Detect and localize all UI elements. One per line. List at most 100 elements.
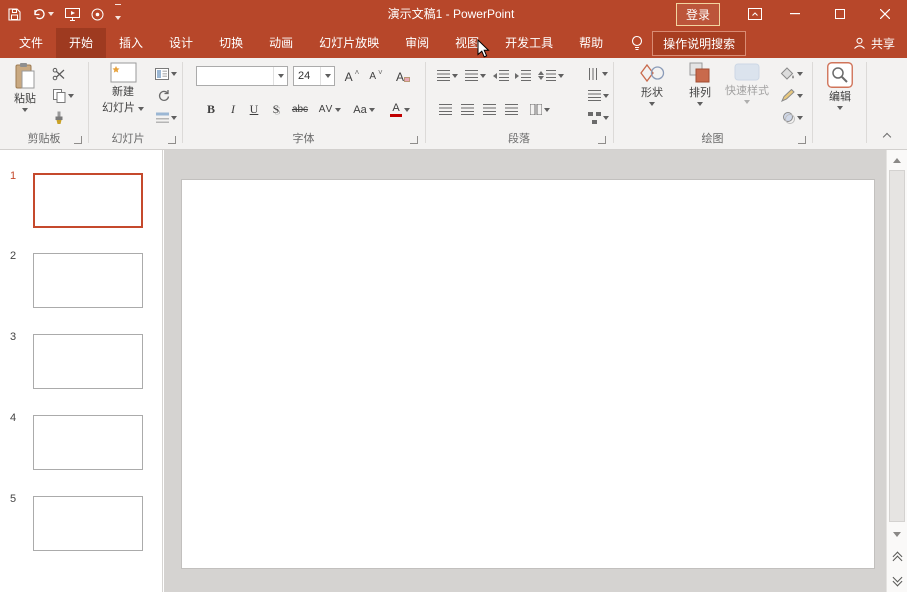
slide-thumbnail-2[interactable] xyxy=(33,253,143,308)
tab-review[interactable]: 审阅 xyxy=(392,28,442,58)
shape-outline-button[interactable] xyxy=(776,86,806,105)
decrease-indent-button[interactable] xyxy=(490,66,512,85)
shape-effects-button[interactable] xyxy=(776,108,806,127)
shape-fill-button[interactable] xyxy=(776,64,806,83)
font-color-button[interactable]: A xyxy=(385,100,415,119)
justify-button[interactable] xyxy=(500,100,522,119)
underline-button[interactable]: U xyxy=(243,100,265,119)
quick-styles-label: 快速样式 xyxy=(725,85,769,97)
change-case-button[interactable]: Aa xyxy=(349,100,379,119)
tab-home[interactable]: 开始 xyxy=(56,28,107,58)
align-text-button[interactable] xyxy=(584,86,612,105)
customize-qat-icon[interactable] xyxy=(115,3,121,25)
shapes-button[interactable]: 形状 xyxy=(630,62,674,106)
font-group-label: 字体 xyxy=(292,133,315,145)
clipboard-dialog-launcher-icon[interactable] xyxy=(74,136,82,144)
columns-button[interactable] xyxy=(526,100,554,119)
close-button[interactable] xyxy=(862,0,907,28)
slides-dialog-launcher-icon[interactable] xyxy=(168,136,176,144)
slide-layout-button[interactable] xyxy=(152,64,180,83)
slide-thumbnail-3[interactable] xyxy=(33,334,143,389)
undo-icon[interactable] xyxy=(32,8,54,20)
collapse-ribbon-icon[interactable] xyxy=(882,131,892,143)
font-name-combobox[interactable] xyxy=(196,66,288,86)
tab-insert[interactable]: 插入 xyxy=(106,28,156,58)
tab-file[interactable]: 文件 xyxy=(6,28,56,58)
align-right-button[interactable] xyxy=(478,100,500,119)
bold-button[interactable]: B xyxy=(200,100,222,119)
ribbon-tab-bar: 文件 开始 插入 设计 切换 动画 幻灯片放映 审阅 视图 开发工具 帮助 操作… xyxy=(0,28,907,58)
text-direction-button[interactable] xyxy=(584,64,612,83)
paragraph-dialog-launcher-icon[interactable] xyxy=(598,136,606,144)
grow-font-button[interactable]: A ˄ xyxy=(341,67,363,86)
ribbon-display-options-icon[interactable] xyxy=(738,0,772,28)
scissors-icon xyxy=(52,67,65,80)
new-slide-label-top: 新建 xyxy=(112,86,134,98)
tab-transitions[interactable]: 切换 xyxy=(206,28,256,58)
slide-thumbnail-5[interactable] xyxy=(33,496,143,551)
previous-slide-button[interactable] xyxy=(887,546,907,568)
shrink-font-button[interactable]: A ˅ xyxy=(365,67,387,86)
character-spacing-button[interactable]: AV xyxy=(315,100,345,119)
brush-icon xyxy=(55,111,63,124)
bullets-button[interactable] xyxy=(434,66,460,85)
tab-developer[interactable]: 开发工具 xyxy=(492,28,566,58)
drawing-dialog-launcher-icon[interactable] xyxy=(798,136,806,144)
scrollbar-thumb[interactable] xyxy=(889,170,905,522)
tab-animations[interactable]: 动画 xyxy=(256,28,306,58)
shapes-icon xyxy=(640,63,665,83)
tab-help[interactable]: 帮助 xyxy=(566,28,616,58)
editing-button[interactable]: 编辑 xyxy=(820,62,860,110)
font-dialog-launcher-icon[interactable] xyxy=(410,136,418,144)
share-label: 共享 xyxy=(870,36,895,51)
italic-button[interactable]: I xyxy=(222,100,244,119)
increase-indent-button[interactable] xyxy=(512,66,534,85)
section-button[interactable] xyxy=(152,108,180,127)
tab-design[interactable]: 设计 xyxy=(156,28,206,58)
reset-slide-button[interactable] xyxy=(152,86,174,105)
paste-button[interactable]: 粘贴 xyxy=(6,62,44,112)
editing-label: 编辑 xyxy=(829,91,851,103)
format-painter-button[interactable] xyxy=(48,108,70,127)
next-slide-button[interactable] xyxy=(887,570,907,592)
scroll-up-icon[interactable] xyxy=(887,152,907,169)
arrange-button[interactable]: 排列 xyxy=(680,62,720,106)
text-shadow-button[interactable]: S xyxy=(265,100,287,119)
align-center-button[interactable] xyxy=(456,100,478,119)
sign-in-button[interactable]: 登录 xyxy=(675,2,720,26)
vertical-scrollbar[interactable] xyxy=(886,150,907,592)
tell-me-search-input[interactable]: 操作说明搜索 xyxy=(652,30,747,56)
numbering-button[interactable] xyxy=(462,66,488,85)
titlebar: 演示文稿1 - PowerPoint 登录 xyxy=(0,0,907,28)
clear-formatting-button[interactable]: A xyxy=(392,67,414,86)
cut-button[interactable] xyxy=(48,64,70,83)
align-left-button[interactable] xyxy=(434,100,456,119)
minimize-button[interactable] xyxy=(772,0,817,28)
scroll-down-icon[interactable] xyxy=(887,526,907,543)
convert-smartart-button[interactable] xyxy=(584,108,612,127)
arrange-icon xyxy=(689,62,710,83)
maximize-button[interactable] xyxy=(817,0,862,28)
start-slideshow-icon[interactable] xyxy=(65,7,80,21)
powerpoint-window: 演示文稿1 - PowerPoint 登录 文件 开始 插入 设计 切换 动画 … xyxy=(0,0,907,592)
tab-view[interactable]: 视图 xyxy=(442,28,492,58)
tab-slide-show[interactable]: 幻灯片放映 xyxy=(306,28,392,58)
quick-styles-icon xyxy=(734,63,760,81)
save-icon[interactable] xyxy=(8,7,21,21)
copy-button[interactable] xyxy=(48,86,78,105)
strikethrough-button[interactable]: abc xyxy=(287,100,313,119)
quick-styles-button[interactable]: 快速样式 xyxy=(722,62,772,104)
smartart-icon xyxy=(587,111,601,124)
touch-mode-icon[interactable] xyxy=(91,8,104,21)
slide-canvas[interactable] xyxy=(181,179,875,569)
section-icon xyxy=(155,112,169,123)
font-size-combobox[interactable]: 24 xyxy=(293,66,335,86)
line-spacing-button[interactable] xyxy=(536,66,566,85)
share-button[interactable]: 共享 xyxy=(853,28,895,58)
new-slide-button[interactable]: 新建 幻灯片 xyxy=(96,62,150,115)
copy-icon xyxy=(52,88,65,103)
slide-thumbnail-4[interactable] xyxy=(33,415,143,470)
effects-icon xyxy=(782,112,795,124)
slide-thumbnail-panel: 1 2 3 4 5 xyxy=(0,150,163,592)
slide-thumbnail-1[interactable] xyxy=(33,173,143,228)
